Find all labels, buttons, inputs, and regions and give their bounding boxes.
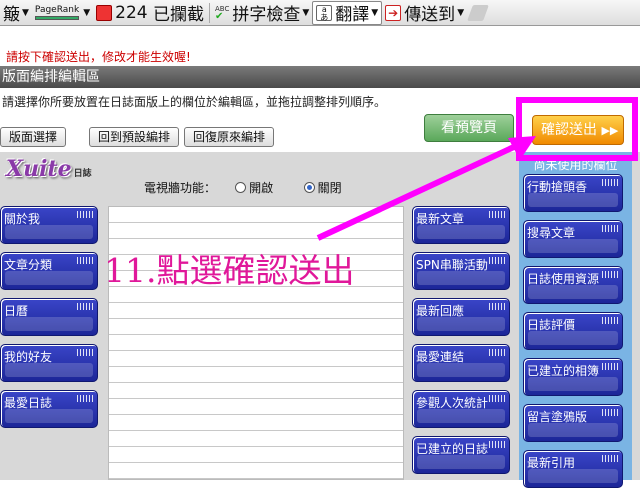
widget-body	[417, 409, 505, 423]
tv-wall-setting: 電視牆功能： 開啟 關閉	[144, 179, 342, 196]
translate-label: 翻譯	[335, 5, 370, 25]
drag-grip-icon[interactable]	[602, 363, 618, 370]
tv-wall-on-radio[interactable]: 開啟	[235, 181, 273, 195]
pagerank-widget[interactable]: PageRank ▼	[32, 1, 93, 25]
drag-grip-icon[interactable]	[602, 271, 618, 278]
widget-right-column-3[interactable]: 日誌評價	[523, 312, 623, 350]
translate-button[interactable]: aあ 翻譯 ▼	[312, 0, 383, 25]
drag-grip-icon[interactable]	[602, 317, 618, 324]
drag-grip-icon[interactable]	[602, 455, 618, 462]
tv-wall-label: 電視牆功能：	[144, 181, 217, 195]
browser-toolbar: 簸 ▼ PageRank ▼ 224 已攔截 ABC ✔ 拼字檢查 ▼ aあ 翻譯 …	[0, 0, 640, 26]
widget-middle-widgets-5[interactable]: 已建立的日誌	[412, 436, 510, 474]
notice-text: 請按下確認送出，修改才能生效喔!	[6, 50, 191, 64]
blocked-label: 已攔截	[152, 5, 204, 25]
chevron-down-icon[interactable]: ▼	[302, 8, 309, 18]
drag-grip-icon[interactable]	[77, 395, 93, 402]
highlighter-icon	[467, 4, 490, 21]
chevron-down-icon[interactable]: ▼	[457, 8, 464, 18]
widget-right-column-2[interactable]: 日誌使用資源	[523, 266, 623, 304]
annotation-text: 11.點選確認送出	[104, 251, 355, 290]
drag-grip-icon[interactable]	[77, 303, 93, 310]
widget-right-column-0[interactable]: 行動搶頭香	[523, 174, 623, 212]
widget-body	[528, 285, 618, 299]
drag-grip-icon[interactable]	[489, 303, 505, 310]
widget-body	[417, 271, 505, 285]
drag-grip-icon[interactable]	[602, 179, 618, 186]
widget-left-widgets-0[interactable]: 關於我	[0, 206, 98, 244]
widget-body	[417, 363, 505, 377]
drag-grip-icon[interactable]	[489, 349, 505, 356]
drag-grip-icon[interactable]	[489, 441, 505, 448]
widget-body	[528, 377, 618, 391]
widget-left-widgets-3[interactable]: 我的好友	[0, 344, 98, 382]
widget-right-column-5[interactable]: 留言塗鴉版	[523, 404, 623, 442]
popup-blocker-icon	[96, 4, 113, 21]
pagerank-bar	[34, 15, 79, 20]
widget-middle-widgets-3[interactable]: 最愛連結	[412, 344, 510, 382]
widget-left-widgets-2[interactable]: 日曆	[0, 298, 98, 336]
drag-grip-icon[interactable]	[602, 409, 618, 416]
toolbar-first-label: 簸	[3, 5, 20, 25]
pagerank-label: PageRank	[34, 5, 79, 20]
sendto-button[interactable]: ➔ 傳送到 ▼	[382, 1, 467, 25]
widget-body	[5, 225, 93, 239]
widget-right-column-4[interactable]: 已建立的相簿	[523, 358, 623, 396]
drag-grip-icon[interactable]	[77, 349, 93, 356]
chevron-down-icon[interactable]: ▼	[371, 8, 378, 18]
sendto-icon: ➔	[385, 4, 402, 21]
drag-grip-icon[interactable]	[489, 211, 505, 218]
blocked-count: 224	[115, 2, 148, 23]
widget-body	[5, 271, 93, 285]
restore-original-button[interactable]: 回復原來編排	[184, 127, 275, 147]
widget-left-widgets-1[interactable]: 文章分類	[0, 252, 98, 290]
drag-grip-icon[interactable]	[489, 257, 505, 264]
chevron-down-icon[interactable]: ▼	[83, 8, 90, 18]
chevron-down-icon[interactable]: ▼	[22, 8, 29, 18]
widget-middle-widgets-4[interactable]: 參觀人次統計	[412, 390, 510, 428]
preview-button[interactable]: 看預覽頁	[424, 114, 514, 142]
highlighter-button[interactable]	[467, 1, 492, 25]
widget-body	[528, 469, 618, 483]
spellcheck-label: 拼字檢查	[232, 5, 301, 25]
widget-body	[417, 455, 505, 469]
widget-body	[417, 225, 505, 239]
spellcheck-icon: ABC ✔	[214, 4, 230, 22]
drag-grip-icon[interactable]	[602, 225, 618, 232]
drag-grip-icon[interactable]	[77, 211, 93, 218]
layout-select-button[interactable]: 版面選擇	[0, 127, 67, 147]
highlight-box	[516, 97, 638, 161]
widget-body	[5, 409, 93, 423]
widget-body	[5, 317, 93, 331]
popup-blocker-button[interactable]: 224 已攔截	[93, 1, 207, 25]
toolbar-first-item[interactable]: 簸 ▼	[0, 1, 32, 25]
widget-left-widgets-4[interactable]: 最愛日誌	[0, 390, 98, 428]
spellcheck-button[interactable]: ABC ✔ 拼字檢查 ▼	[212, 1, 312, 26]
xuite-logo: Xuite 日誌	[6, 156, 92, 182]
translate-icon: aあ	[316, 4, 333, 21]
page-title: 版面編排編輯區	[0, 66, 640, 88]
widget-body	[417, 317, 505, 331]
drag-grip-icon[interactable]	[77, 257, 93, 264]
widget-body	[528, 423, 618, 437]
widget-right-column-6[interactable]: 最新引用	[523, 450, 623, 488]
widget-body	[528, 239, 618, 253]
widget-body	[528, 193, 618, 207]
widget-body	[5, 363, 93, 377]
tv-wall-off-radio[interactable]: 關閉	[303, 181, 342, 195]
widget-middle-widgets-0[interactable]: 最新文章	[412, 206, 510, 244]
widget-middle-widgets-2[interactable]: 最新回應	[412, 298, 510, 336]
widget-middle-widgets-1[interactable]: SPN串聯活動	[412, 252, 510, 290]
sendto-label: 傳送到	[404, 5, 456, 25]
instruction-text: 請選擇你所要放置在日誌面版上的欄位於編輯區，並拖拉調整排列順序。	[2, 95, 387, 109]
drag-grip-icon[interactable]	[489, 395, 505, 402]
radio-icon[interactable]	[235, 182, 247, 193]
reset-default-button[interactable]: 回到預設編排	[89, 127, 180, 147]
radio-selected-icon[interactable]	[303, 182, 315, 193]
widget-body	[528, 331, 618, 345]
widget-right-column-1[interactable]: 搜尋文章	[523, 220, 623, 258]
toolbar-divider	[208, 2, 210, 23]
